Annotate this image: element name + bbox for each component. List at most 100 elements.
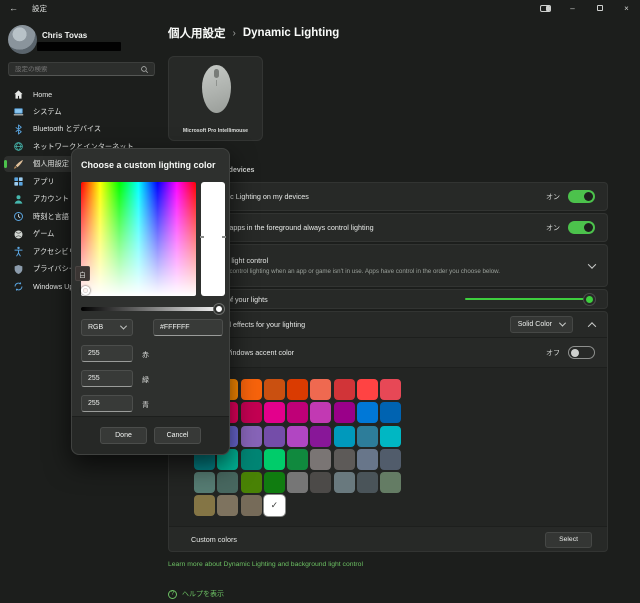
color-swatch[interactable] xyxy=(334,426,355,447)
color-swatch[interactable] xyxy=(241,449,262,470)
done-button[interactable]: Done xyxy=(100,427,147,444)
gaming-icon xyxy=(12,228,24,240)
color-swatch[interactable] xyxy=(357,426,378,447)
color-swatch[interactable] xyxy=(241,472,262,493)
spectrum-selector[interactable] xyxy=(81,286,90,295)
value-slider[interactable] xyxy=(201,182,225,296)
personalization-icon xyxy=(12,158,24,170)
color-swatch[interactable] xyxy=(287,449,308,470)
widget-button[interactable] xyxy=(532,0,559,16)
color-swatch[interactable] xyxy=(241,426,262,447)
color-model-dropdown[interactable]: RGB xyxy=(81,319,133,336)
color-swatch[interactable] xyxy=(264,379,285,400)
foreground-apps-toggle[interactable] xyxy=(568,221,595,234)
color-swatch[interactable] xyxy=(264,402,285,423)
red-input[interactable] xyxy=(81,345,133,362)
color-swatch[interactable] xyxy=(264,472,285,493)
help-link[interactable]: ? ヘルプを表示 xyxy=(168,589,224,599)
accessibility-icon xyxy=(12,246,24,258)
color-swatch[interactable] xyxy=(334,379,355,400)
minimize-button[interactable]: – xyxy=(559,0,586,16)
color-swatch[interactable] xyxy=(380,426,401,447)
color-swatch[interactable] xyxy=(380,449,401,470)
color-swatch[interactable] xyxy=(194,495,215,516)
color-swatch[interactable] xyxy=(310,402,331,423)
search-input[interactable] xyxy=(9,66,140,73)
color-spectrum[interactable] xyxy=(81,182,196,296)
color-swatch[interactable] xyxy=(334,472,355,493)
color-swatch[interactable] xyxy=(380,472,401,493)
color-swatch[interactable] xyxy=(334,402,355,423)
picker-brightness-thumb[interactable] xyxy=(214,304,224,314)
color-swatch[interactable] xyxy=(310,426,331,447)
learn-more-link[interactable]: Learn more about Dynamic Lighting and ba… xyxy=(168,561,363,568)
avatar[interactable] xyxy=(8,25,37,54)
system-icon xyxy=(12,106,24,118)
blue-input[interactable] xyxy=(81,395,133,412)
mouse-image xyxy=(202,65,231,113)
breadcrumb-root[interactable]: 個人用設定 xyxy=(168,25,226,41)
chevron-down-icon[interactable] xyxy=(588,260,596,268)
color-swatch[interactable] xyxy=(241,495,262,516)
picker-brightness-slider[interactable] xyxy=(81,307,225,311)
color-swatch[interactable] xyxy=(194,472,215,493)
color-swatch[interactable] xyxy=(334,449,355,470)
green-input[interactable] xyxy=(81,370,133,387)
windows-update-icon xyxy=(12,281,24,293)
device-card[interactable]: Microsoft Pro Intellimouse xyxy=(168,56,263,141)
color-swatch[interactable] xyxy=(310,449,331,470)
dynamic-lighting-toggle[interactable] xyxy=(568,190,595,203)
chevron-down-icon xyxy=(559,320,566,327)
color-swatch[interactable] xyxy=(357,472,378,493)
breadcrumb: 個人用設定 › Dynamic Lighting xyxy=(168,25,339,41)
color-swatch[interactable] xyxy=(287,379,308,400)
chevron-up-icon[interactable] xyxy=(588,322,596,330)
color-swatch[interactable] xyxy=(241,402,262,423)
brightness-slider[interactable] xyxy=(465,298,593,300)
color-swatch[interactable]: ✓ xyxy=(264,495,285,516)
color-tooltip: 白 xyxy=(75,266,90,281)
titlebar: ← 設定 – × xyxy=(0,0,640,16)
row-foreground-apps: Compatible apps in the foreground always… xyxy=(168,213,608,242)
color-swatch[interactable] xyxy=(310,472,331,493)
sidebar-item-home[interactable]: Home xyxy=(4,86,158,102)
row-dynamic-lighting: Use Dynamic Lighting on my devices オン xyxy=(168,182,608,211)
brightness-slider-thumb[interactable] xyxy=(584,294,595,305)
device-name: Microsoft Pro Intellimouse xyxy=(169,128,262,134)
color-swatch[interactable] xyxy=(380,379,401,400)
cancel-button[interactable]: Cancel xyxy=(154,427,201,444)
color-swatch[interactable] xyxy=(241,379,262,400)
user-name: Chris Tovas xyxy=(42,31,87,40)
blue-label: 青 xyxy=(142,400,149,410)
select-button[interactable]: Select xyxy=(545,532,592,548)
color-swatch[interactable] xyxy=(264,449,285,470)
color-swatch[interactable] xyxy=(217,495,238,516)
chevron-down-icon xyxy=(120,323,127,330)
back-icon[interactable]: ← xyxy=(9,3,18,13)
color-swatch[interactable] xyxy=(380,402,401,423)
color-swatch[interactable] xyxy=(287,472,308,493)
color-swatch[interactable] xyxy=(357,402,378,423)
color-swatch[interactable] xyxy=(287,402,308,423)
red-label: 赤 xyxy=(142,350,149,360)
effects-dropdown[interactable]: Solid Color xyxy=(510,316,573,333)
color-swatch[interactable] xyxy=(357,449,378,470)
close-button[interactable]: × xyxy=(613,0,640,16)
sidebar-item-system[interactable]: システム xyxy=(4,104,158,120)
search-box[interactable] xyxy=(8,62,155,76)
toggle-state-label: オン xyxy=(546,192,560,202)
row-background-control[interactable]: Background light control Allow apps to c… xyxy=(168,244,608,287)
color-swatch[interactable] xyxy=(264,426,285,447)
row-custom-colors: Custom colors Select xyxy=(169,526,607,552)
help-icon: ? xyxy=(168,590,177,599)
color-swatch[interactable] xyxy=(217,472,238,493)
maximize-button[interactable] xyxy=(586,0,613,16)
accent-match-toggle[interactable] xyxy=(568,346,595,359)
color-swatch[interactable] xyxy=(357,379,378,400)
search-icon xyxy=(140,65,149,74)
hex-input[interactable] xyxy=(153,319,223,336)
color-swatch[interactable] xyxy=(287,426,308,447)
sidebar-item-bluetooth[interactable]: Bluetooth とデバイス xyxy=(4,121,158,137)
effects-card: Themes and effects for your lighting Sol… xyxy=(168,311,608,552)
color-swatch[interactable] xyxy=(310,379,331,400)
